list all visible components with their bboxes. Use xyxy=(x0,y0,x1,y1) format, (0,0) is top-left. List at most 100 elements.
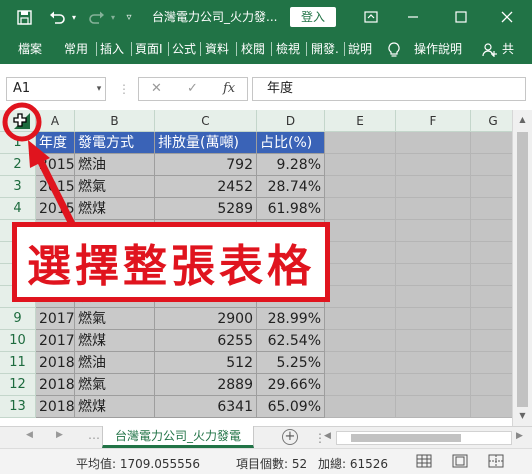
empty-cell[interactable] xyxy=(325,308,396,330)
empty-cell[interactable] xyxy=(325,330,396,352)
login-button[interactable]: 登入 xyxy=(290,7,336,27)
formula-input[interactable]: 年度 xyxy=(252,77,526,101)
tab-help[interactable]: 說明 xyxy=(348,34,372,64)
table-cell[interactable]: 2017 xyxy=(36,308,75,330)
empty-cell[interactable] xyxy=(396,220,471,242)
empty-cell[interactable] xyxy=(325,220,396,242)
ribbon-display-options-icon[interactable] xyxy=(360,0,382,34)
page-break-view-icon[interactable] xyxy=(488,454,504,468)
minimize-icon[interactable] xyxy=(402,0,424,34)
empty-cell[interactable] xyxy=(471,374,516,396)
column-header-d[interactable]: D xyxy=(257,110,325,132)
table-cell[interactable]: 5289 xyxy=(155,198,257,220)
tab-home[interactable]: 常用 xyxy=(64,34,88,64)
enter-icon[interactable]: ✓ xyxy=(187,78,198,100)
redo-icon[interactable] xyxy=(86,0,108,34)
table-cell[interactable]: 792 xyxy=(155,154,257,176)
empty-cell[interactable] xyxy=(396,176,471,198)
save-icon[interactable] xyxy=(14,0,34,34)
scroll-right-icon[interactable]: ▶ xyxy=(516,431,523,441)
table-cell[interactable]: 28.74% xyxy=(257,176,325,198)
tab-developer[interactable]: 開發. xyxy=(311,34,339,64)
empty-cell[interactable] xyxy=(471,132,516,154)
table-header-cell[interactable]: 占比(%) xyxy=(257,132,325,154)
empty-cell[interactable] xyxy=(396,286,471,308)
empty-cell[interactable] xyxy=(471,154,516,176)
vertical-scrollbar[interactable]: ▲ ▼ xyxy=(512,110,532,426)
horizontal-scrollbar[interactable] xyxy=(336,431,512,445)
tab-page-layout[interactable]: 頁面I xyxy=(135,34,163,64)
table-cell[interactable]: 512 xyxy=(155,352,257,374)
scroll-left-icon[interactable]: ◀ xyxy=(324,431,331,441)
empty-cell[interactable] xyxy=(325,176,396,198)
share-button[interactable]: 共 xyxy=(502,34,514,64)
table-cell[interactable]: 6341 xyxy=(155,396,257,418)
tab-data[interactable]: 資料 xyxy=(205,34,229,64)
table-cell[interactable]: 2018 xyxy=(36,352,75,374)
table-cell[interactable]: 5.25% xyxy=(257,352,325,374)
empty-cell[interactable] xyxy=(325,154,396,176)
empty-cell[interactable] xyxy=(471,308,516,330)
tab-review[interactable]: 校閱 xyxy=(241,34,265,64)
insert-function-button[interactable]: fx xyxy=(223,78,235,100)
empty-cell[interactable] xyxy=(396,132,471,154)
empty-cell[interactable] xyxy=(471,352,516,374)
empty-cell[interactable] xyxy=(325,286,396,308)
empty-cell[interactable] xyxy=(471,242,516,264)
empty-cell[interactable] xyxy=(325,352,396,374)
empty-cell[interactable] xyxy=(396,154,471,176)
vertical-scroll-thumb[interactable] xyxy=(517,132,528,407)
table-cell[interactable]: 62.54% xyxy=(257,330,325,352)
tab-formulas[interactable]: 公式 xyxy=(172,34,196,64)
empty-cell[interactable] xyxy=(396,198,471,220)
table-cell[interactable]: 61.98% xyxy=(257,198,325,220)
table-cell[interactable]: 燃煤 xyxy=(75,330,155,352)
scroll-down-icon[interactable]: ▼ xyxy=(513,408,532,424)
column-header-c[interactable]: C xyxy=(155,110,257,132)
empty-cell[interactable] xyxy=(471,286,516,308)
table-cell[interactable]: 65.09% xyxy=(257,396,325,418)
page-layout-view-icon[interactable] xyxy=(452,454,468,468)
tab-insert[interactable]: 插入 xyxy=(100,34,124,64)
undo-dropdown-icon[interactable]: ▾ xyxy=(68,0,80,34)
table-cell[interactable]: 2018 xyxy=(36,396,75,418)
table-cell[interactable]: 燃煤 xyxy=(75,396,155,418)
table-cell[interactable]: 燃氣 xyxy=(75,374,155,396)
tab-view[interactable]: 檢視 xyxy=(276,34,300,64)
table-cell[interactable]: 燃氣 xyxy=(75,308,155,330)
sheet-tab[interactable]: 台灣電力公司_火力發電 xyxy=(102,426,254,448)
lightbulb-icon[interactable] xyxy=(388,34,400,64)
table-cell[interactable]: 2452 xyxy=(155,176,257,198)
empty-cell[interactable] xyxy=(396,330,471,352)
redo-dropdown-icon[interactable]: ▾ xyxy=(108,0,118,34)
table-cell[interactable]: 2017 xyxy=(36,330,75,352)
table-cell[interactable]: 2889 xyxy=(155,374,257,396)
empty-cell[interactable] xyxy=(396,308,471,330)
row-header-10[interactable]: 10 xyxy=(0,330,36,352)
tell-me-box[interactable]: 操作說明 xyxy=(414,34,462,64)
close-icon[interactable] xyxy=(496,0,518,34)
table-cell[interactable]: 6255 xyxy=(155,330,257,352)
name-box-dropdown-icon[interactable]: ▾ xyxy=(92,77,106,101)
table-header-cell[interactable]: 排放量(萬噸) xyxy=(155,132,257,154)
column-header-f[interactable]: F xyxy=(396,110,471,132)
cancel-icon[interactable]: ✕ xyxy=(151,78,162,100)
normal-view-icon[interactable] xyxy=(416,454,432,468)
empty-cell[interactable] xyxy=(325,374,396,396)
empty-cell[interactable] xyxy=(471,396,516,418)
empty-cell[interactable] xyxy=(471,330,516,352)
empty-cell[interactable] xyxy=(396,242,471,264)
row-header-11[interactable]: 11 xyxy=(0,352,36,374)
empty-cell[interactable] xyxy=(471,176,516,198)
undo-icon[interactable] xyxy=(46,0,68,34)
table-cell[interactable]: 28.99% xyxy=(257,308,325,330)
empty-cell[interactable] xyxy=(325,132,396,154)
empty-cell[interactable] xyxy=(396,352,471,374)
table-cell[interactable]: 2018 xyxy=(36,374,75,396)
empty-cell[interactable] xyxy=(471,264,516,286)
empty-cell[interactable] xyxy=(396,374,471,396)
empty-cell[interactable] xyxy=(325,264,396,286)
table-cell[interactable]: 29.66% xyxy=(257,374,325,396)
table-cell[interactable]: 9.28% xyxy=(257,154,325,176)
table-cell[interactable]: 2900 xyxy=(155,308,257,330)
